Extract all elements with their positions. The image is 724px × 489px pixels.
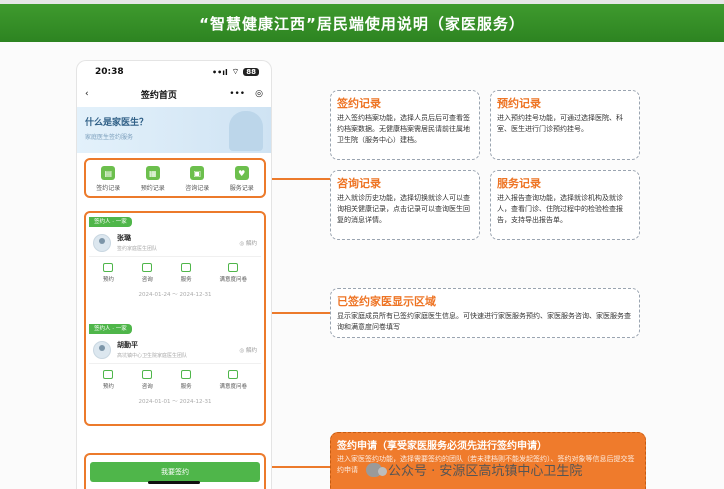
- avatar: [93, 233, 111, 252]
- battery-icon: 88: [243, 68, 259, 76]
- callout-text: 显示家庭成员所有已签约家庭医生信息。可快速进行家医服务预约、家医服务咨询、家医服…: [337, 312, 631, 331]
- more-icon[interactable]: •••: [229, 89, 245, 99]
- callout-text: 进入就诊历史功能，选择切换就诊人可以查询相关健康记录，点击记录可以查询医生回复的…: [337, 194, 470, 224]
- action-service[interactable]: 服务: [181, 263, 192, 283]
- callout-signed-area: 已签约家医显示区域 显示家庭成员所有已签约家庭医生信息。可快速进行家医服务预约、…: [330, 288, 640, 338]
- action-survey[interactable]: 满意度问卷: [219, 263, 248, 283]
- doctor-name: 张璐: [117, 234, 131, 242]
- chat-icon: [142, 370, 153, 379]
- callout-appointment: 预约记录 进入预约挂号功能，可通过选择医院、科室、医生进行门诊预约挂号。: [490, 90, 640, 160]
- callout-title: 咨询记录: [337, 177, 381, 190]
- callout-title: 签约申请（享受家医服务必须先进行签约申请）: [337, 441, 547, 452]
- apply-area: 我要签约: [84, 453, 266, 489]
- team-name: 签约家庭医生团队: [117, 246, 158, 252]
- heart-icon: ♥: [234, 166, 249, 180]
- card-actions: 预约 咨询 服务 满意度问卷: [89, 256, 261, 286]
- doctor-card: 胡勤平 高坑镇中心卫生院家庭医生团队 ◎ 解约 预约 咨询 服务 满意度问卷 2…: [89, 336, 261, 409]
- apply-sign-button[interactable]: 我要签约: [90, 462, 260, 482]
- action-label: 预约: [102, 277, 114, 283]
- avatar: [93, 340, 111, 359]
- heart-icon: [181, 370, 192, 379]
- status-bar: 20:38 ••ıl ⌔ 88: [77, 61, 271, 83]
- quick-item-sign-record[interactable]: ▤ 签约记录: [96, 166, 120, 192]
- doctor-row[interactable]: 张璐 签约家庭医生团队 ◎ 解约: [89, 229, 261, 256]
- action-label: 满意度问卷: [219, 277, 248, 283]
- quick-label: 服务记录: [229, 185, 254, 192]
- callout-sign-record: 签约记录 进入签约档案功能，选择人员后后可查看签约档案数据。无健康档案需居民请前…: [330, 90, 480, 160]
- card-actions: 预约 咨询 服务 满意度问卷: [89, 363, 261, 393]
- phone-mockup: 20:38 ••ıl ⌔ 88 ‹ 签约首页 ••• ◎ 什么是家医生？ 家庭医…: [76, 60, 272, 489]
- calendar-icon: ▦: [145, 166, 160, 180]
- quick-item-service[interactable]: ♥ 服务记录: [230, 166, 254, 192]
- doctor-card: 张璐 签约家庭医生团队 ◎ 解约 预约 咨询 服务 满意度问卷 2024-01-…: [89, 229, 261, 302]
- connector-line: [272, 178, 330, 180]
- action-label: 咨询: [141, 277, 153, 283]
- action-consult[interactable]: 咨询: [142, 263, 153, 283]
- record-icon: ▤: [101, 166, 116, 180]
- heart-icon: [181, 263, 192, 272]
- member-tag: 签约人 · 一家: [89, 217, 132, 227]
- quick-label: 预约记录: [140, 185, 165, 192]
- back-icon[interactable]: ‹: [85, 89, 89, 99]
- action-appointment[interactable]: 预约: [103, 370, 114, 390]
- callout-title: 预约记录: [497, 97, 541, 110]
- action-consult[interactable]: 咨询: [142, 370, 153, 390]
- doctor-illustration-icon: [229, 111, 263, 151]
- watermark: 公众号 · 安源区高坑镇中心卫生院: [366, 460, 582, 479]
- connector-line: [272, 312, 330, 314]
- action-survey[interactable]: 满意度问卷: [219, 370, 248, 390]
- callout-text: 进入报告查询功能，选择就诊机构及就诊人，查看门诊、住院过程中的检验检查报告，支持…: [497, 194, 623, 224]
- home-indicator: [148, 481, 200, 484]
- watermark-text: 公众号 · 安源区高坑镇中心卫生院: [388, 464, 583, 479]
- hero-banner[interactable]: 什么是家医生？ 家庭医生签约服务: [77, 107, 271, 153]
- status-icons: ••ıl ⌔ 88: [212, 67, 259, 77]
- callout-title: 已签约家医显示区域: [337, 295, 436, 308]
- team-name: 高坑镇中心卫生院家庭医生团队: [117, 353, 188, 359]
- action-label: 服务: [180, 384, 192, 390]
- connector-line: [272, 466, 330, 468]
- sign-period: 2024-01-01 ～ 2024-12-31: [138, 399, 212, 405]
- status-time: 20:38: [95, 67, 124, 77]
- quick-label: 签约记录: [96, 185, 121, 192]
- wechat-icon: [366, 462, 387, 477]
- nav-bar: ‹ 签约首页 ••• ◎: [77, 83, 271, 105]
- doctor-name: 胡勤平: [117, 341, 138, 349]
- signal-icon: ••ıl: [212, 67, 228, 77]
- callout-title: 签约记录: [337, 97, 381, 110]
- target-icon[interactable]: ◎: [255, 89, 263, 99]
- callout-text: 进入签约档案功能，选择人员后后可查看签约档案数据。无健康档案需居民请前往属地卫生…: [337, 114, 470, 144]
- cancel-sign-button[interactable]: ◎ 解约: [239, 346, 257, 354]
- calendar-icon: [103, 263, 114, 272]
- callout-title: 服务记录: [497, 177, 541, 190]
- quick-actions: ▤ 签约记录 ▦ 预约记录 ▣ 咨询记录 ♥ 服务记录: [84, 158, 266, 198]
- chat-icon: [142, 263, 153, 272]
- action-label: 咨询: [141, 384, 153, 390]
- wifi-icon: ⌔: [231, 67, 240, 76]
- action-label: 服务: [180, 277, 192, 283]
- callout-service: 服务记录 进入报告查询功能，选择就诊机构及就诊人，查看门诊、住院过程中的检验检查…: [490, 170, 640, 240]
- page-title: 签约首页: [140, 90, 177, 101]
- signed-doctors-area: 签约人 · 一家 张璐 签约家庭医生团队 ◎ 解约 预约 咨询 服务 满意度问卷…: [84, 211, 266, 426]
- doctor-row[interactable]: 胡勤平 高坑镇中心卫生院家庭医生团队 ◎ 解约: [89, 336, 261, 363]
- action-label: 满意度问卷: [219, 384, 248, 390]
- slide-title: “智慧健康江西”居民端使用说明（家医服务）: [0, 4, 724, 42]
- calendar-icon: [103, 370, 114, 379]
- action-service[interactable]: 服务: [181, 370, 192, 390]
- cancel-sign-button[interactable]: ◎ 解约: [239, 239, 257, 247]
- quick-item-appointment[interactable]: ▦ 预约记录: [141, 166, 165, 192]
- survey-icon: [228, 263, 239, 272]
- callout-text: 进入预约挂号功能，可通过选择医院、科室、医生进行门诊预约挂号。: [497, 114, 623, 133]
- slide: “智慧健康江西”居民端使用说明（家医服务） 20:38 ••ıl ⌔ 88 ‹ …: [0, 0, 724, 489]
- callout-consult: 咨询记录 进入就诊历史功能，选择切换就诊人可以查询相关健康记录，点击记录可以查询…: [330, 170, 480, 240]
- member-tag: 签约人 · 一家: [89, 324, 132, 334]
- action-appointment[interactable]: 预约: [103, 263, 114, 283]
- action-label: 预约: [102, 384, 114, 390]
- quick-label: 咨询记录: [185, 185, 210, 192]
- sign-period: 2024-01-24 ～ 2024-12-31: [138, 292, 212, 298]
- survey-icon: [228, 370, 239, 379]
- quick-item-consult[interactable]: ▣ 咨询记录: [185, 166, 209, 192]
- chat-icon: ▣: [190, 166, 205, 180]
